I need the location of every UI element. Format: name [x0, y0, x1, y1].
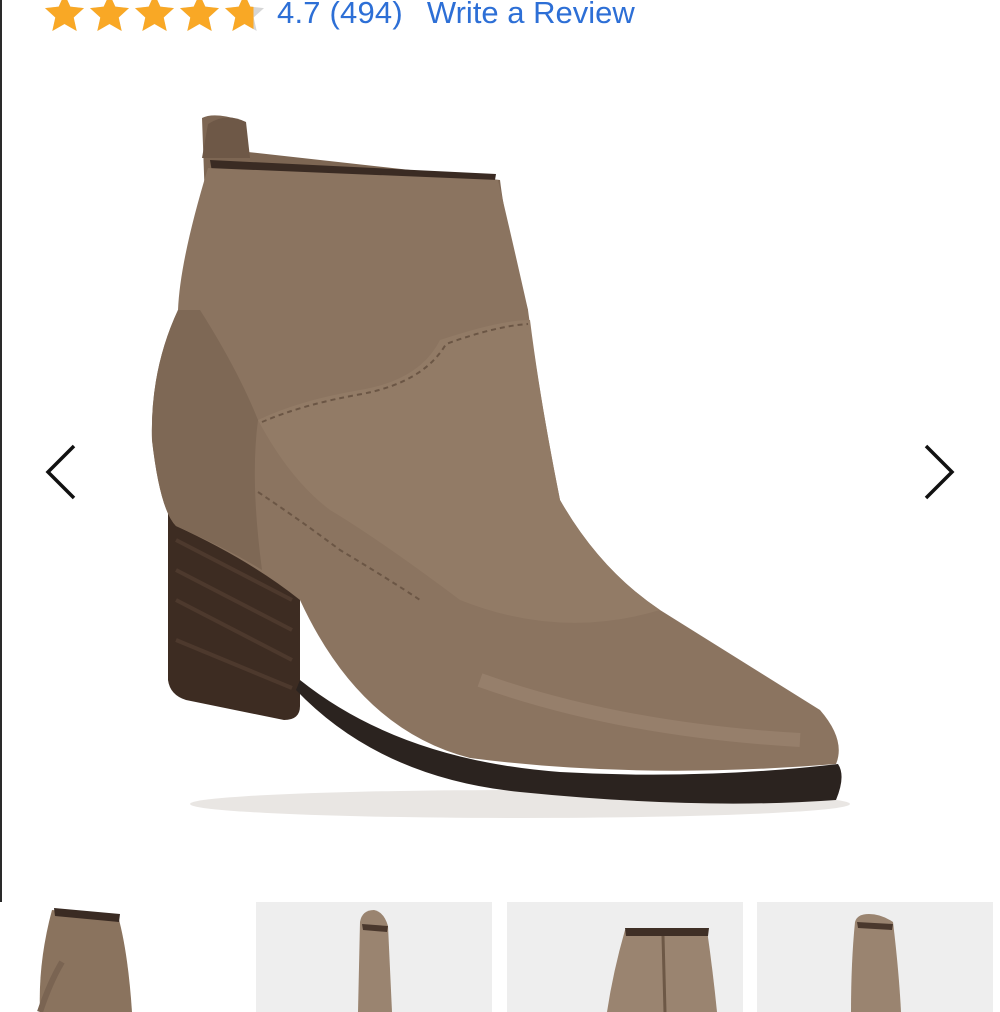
write-review-link[interactable]: Write a Review: [427, 0, 635, 31]
star-icon: [90, 0, 129, 31]
thumbnail-back[interactable]: [757, 902, 993, 1012]
boot-thumbnail-image: [851, 914, 901, 1012]
thumbnail-heel[interactable]: [256, 902, 492, 1012]
thumbnail-side[interactable]: [0, 902, 240, 1012]
rating-row: 4.7 (494) Write a Review: [42, 0, 635, 36]
thumbnail-strip: [0, 902, 1000, 1012]
main-product-image[interactable]: [0, 40, 1000, 900]
ankle-boot-image: [151, 115, 850, 818]
chevron-right-icon: [924, 444, 955, 500]
star-icon: [45, 0, 84, 31]
boot-thumbnail-image: [37, 908, 132, 1012]
star-icon: [135, 0, 174, 31]
star-icon: [180, 0, 219, 31]
review-count: (494): [329, 0, 403, 30]
boot-thumbnail-image: [607, 928, 717, 1012]
thumbnail-zipper[interactable]: [507, 902, 743, 1012]
star-rating: [42, 0, 267, 36]
next-image-button[interactable]: [914, 440, 960, 504]
star-icon: [225, 0, 264, 31]
chevron-left-icon: [45, 444, 76, 500]
previous-image-button[interactable]: [40, 440, 86, 504]
rating-summary: 4.7 (494): [277, 0, 403, 31]
boot-thumbnail-image: [358, 910, 392, 1012]
rating-score: 4.7: [277, 0, 321, 30]
